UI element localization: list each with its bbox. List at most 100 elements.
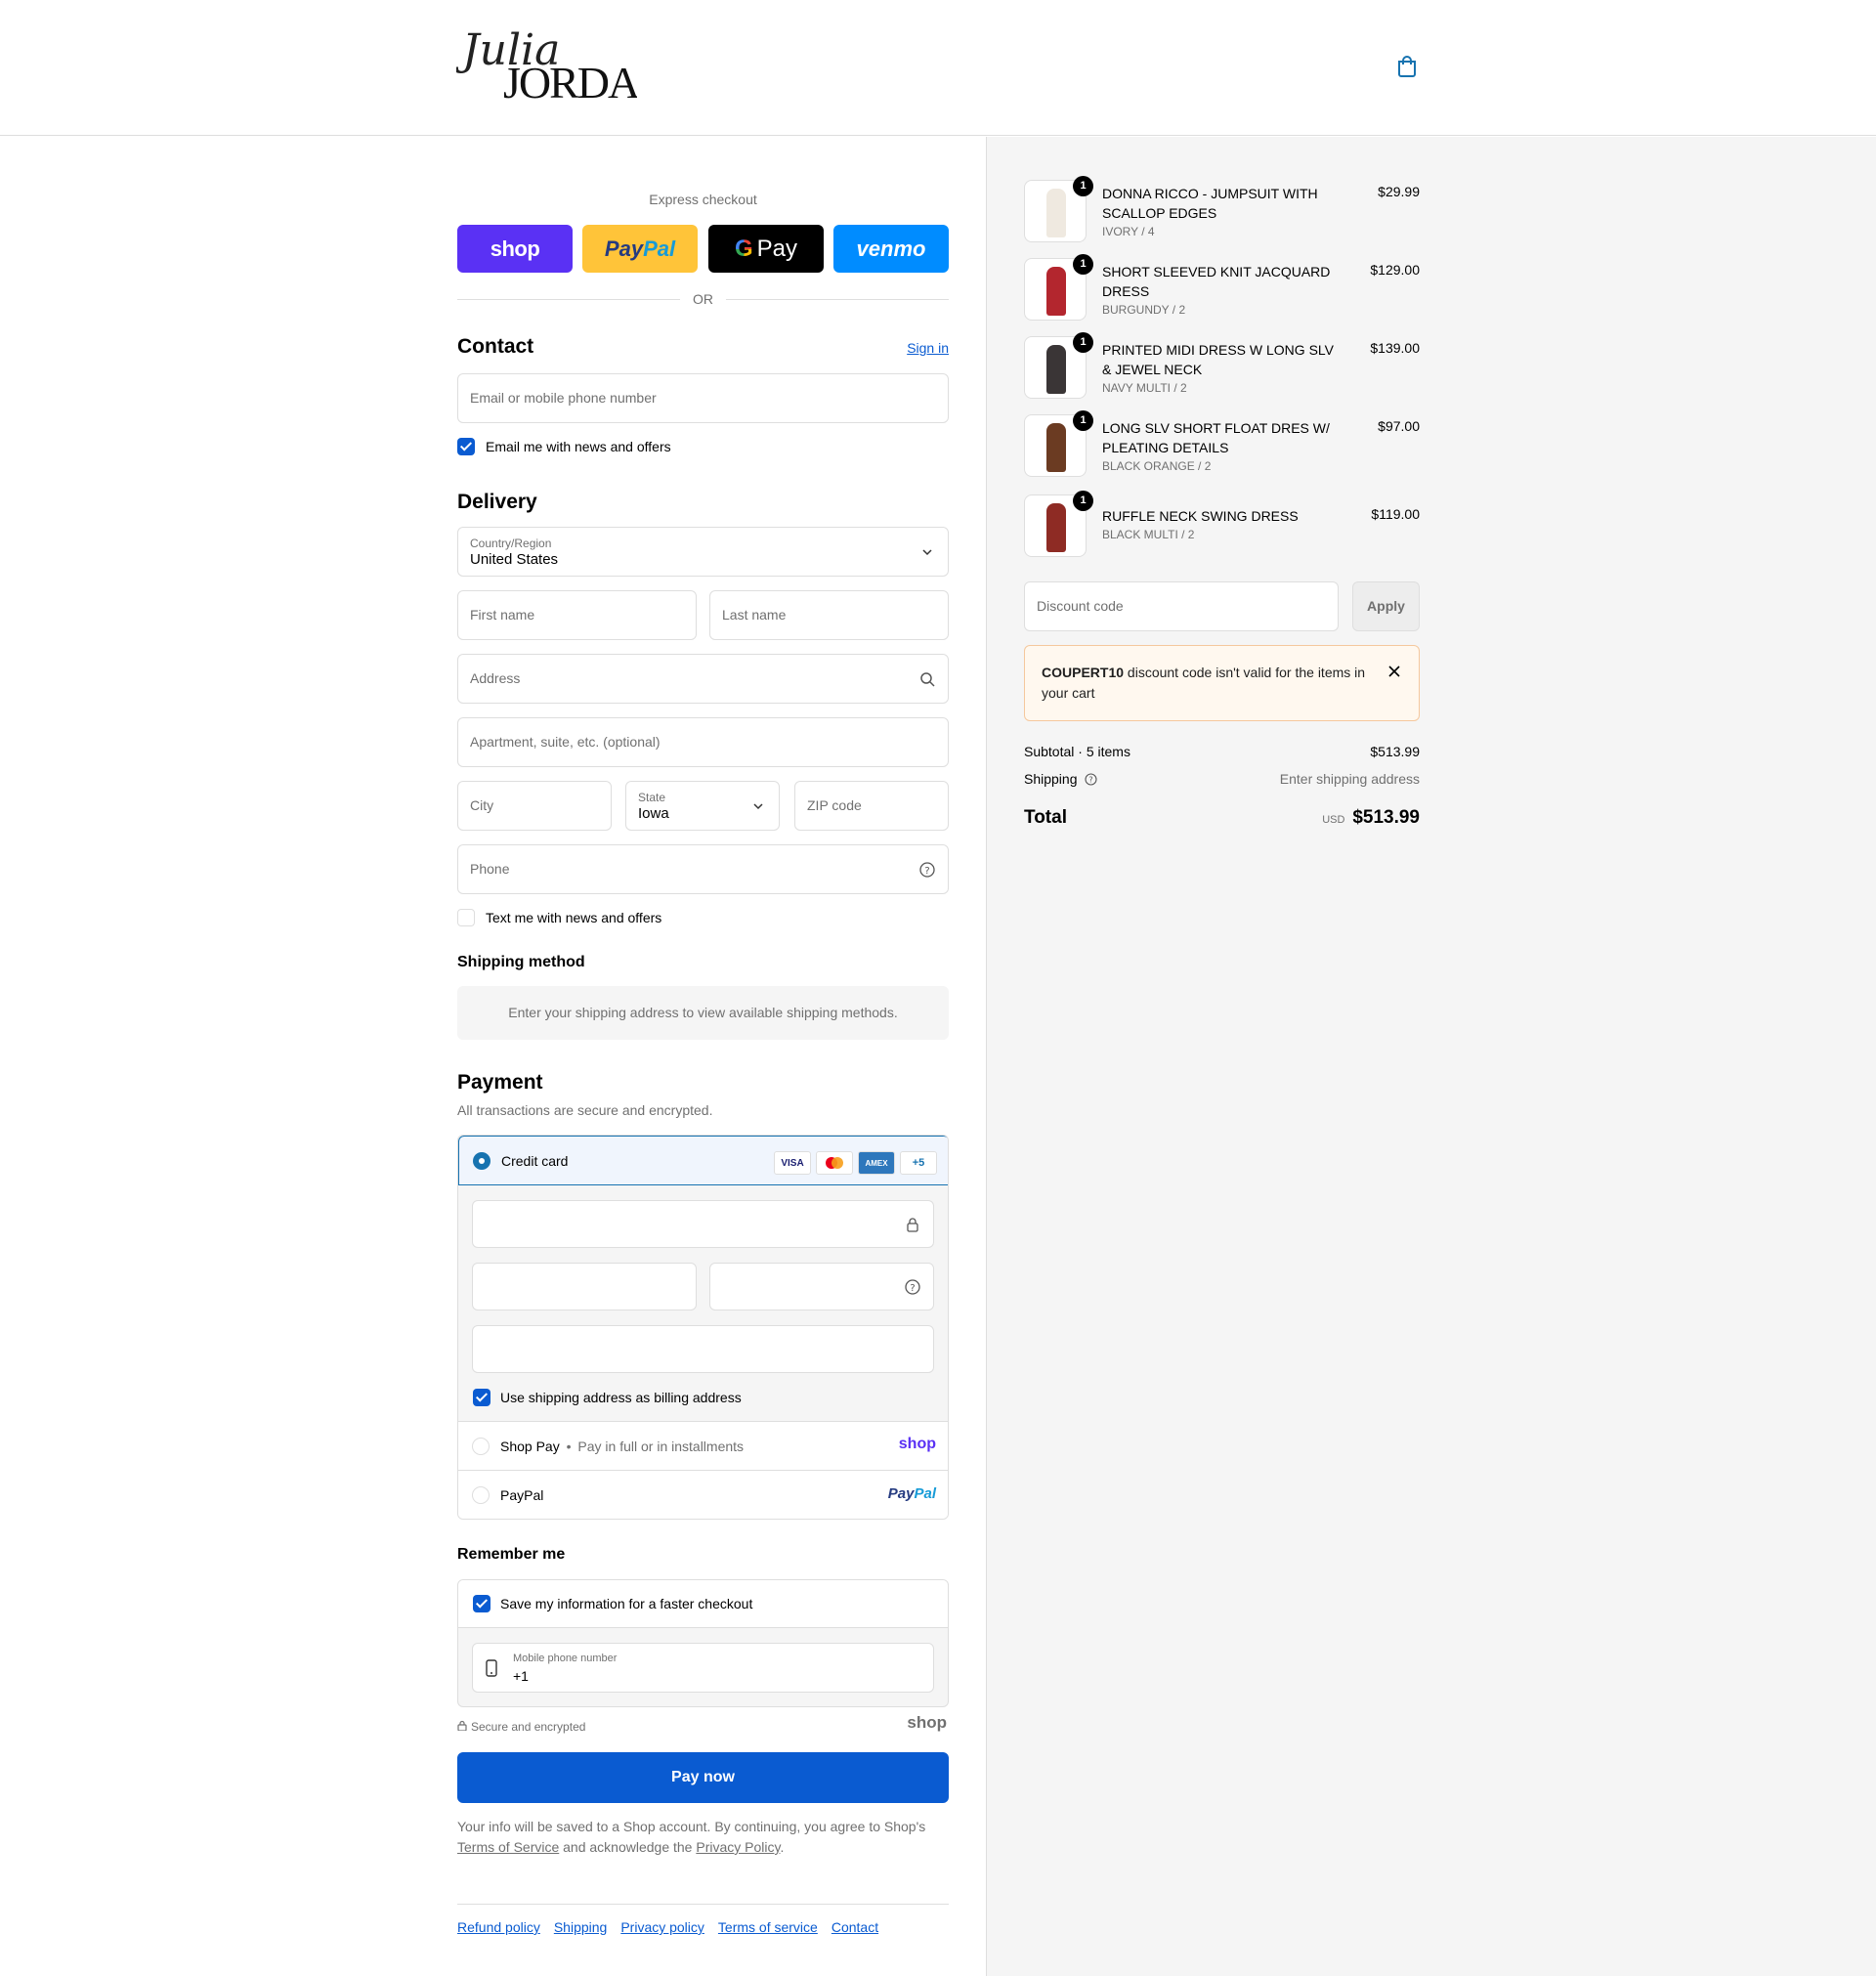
legal-text-part: Your info will be saved to a Shop accoun… xyxy=(457,1819,926,1834)
paypal-express-button[interactable]: Pay Pal xyxy=(582,225,698,273)
discount-error-text: COUPERT10 discount code isn't valid for … xyxy=(1042,663,1374,704)
product-variant: BURGUNDY / 2 xyxy=(1102,303,1186,317)
lock-icon xyxy=(457,1720,467,1734)
cart-item: 1 RUFFLE NECK SWING DRESS BLACK MULTI / … xyxy=(1024,491,1420,557)
svg-text:?: ? xyxy=(924,866,929,877)
shipping-method-heading: Shipping method xyxy=(457,954,585,970)
quantity-badge: 1 xyxy=(1073,491,1093,511)
quantity-badge: 1 xyxy=(1073,254,1093,275)
cart-item: 1 DONNA RICCO - JUMPSUIT WITH SCALLOP ED… xyxy=(1024,176,1420,242)
product-image xyxy=(1046,423,1066,472)
card-expiry-field[interactable] xyxy=(472,1263,697,1310)
refund-policy-link[interactable]: Refund policy xyxy=(457,1919,540,1935)
text-news-checkbox[interactable] xyxy=(457,909,475,926)
pay-now-button[interactable]: Pay now xyxy=(457,1752,949,1803)
shop-pay-label: Shop Pay xyxy=(500,1439,560,1454)
address-field[interactable]: Address xyxy=(457,654,949,704)
quantity-badge: 1 xyxy=(1073,410,1093,431)
card-name-field[interactable] xyxy=(472,1325,934,1373)
product-name: RUFFLE NECK SWING DRESS xyxy=(1102,508,1299,524)
cart-bag-icon[interactable] xyxy=(1396,55,1418,78)
total-row: Total USD $513.99 xyxy=(1024,807,1420,835)
brand-logo[interactable]: Julia JORDAN xyxy=(454,18,672,117)
billing-same-label: Use shipping address as billing address xyxy=(500,1390,742,1405)
privacy-policy-link[interactable]: Privacy Policy xyxy=(696,1839,780,1855)
billing-same-checkbox[interactable] xyxy=(473,1389,490,1406)
shop-pay-radio[interactable] xyxy=(472,1438,490,1455)
country-select[interactable]: Country/Region United States xyxy=(457,527,949,577)
help-circle-icon[interactable]: ? xyxy=(1085,773,1097,789)
shipping-value: Enter shipping address xyxy=(1279,771,1420,787)
card-number-field[interactable] xyxy=(472,1200,934,1248)
shop-pay-express-button[interactable]: shop xyxy=(457,225,573,273)
first-name-field[interactable]: First name xyxy=(457,590,697,640)
shop-pay-logo: shop xyxy=(898,1436,936,1452)
product-variant: NAVY MULTI / 2 xyxy=(1102,381,1187,395)
save-info-label: Save my information for a faster checkou… xyxy=(500,1596,753,1611)
terms-of-service-footer-link[interactable]: Terms of service xyxy=(718,1919,818,1935)
contact-link[interactable]: Contact xyxy=(831,1919,878,1935)
svg-text:JORDAN: JORDAN xyxy=(503,58,637,107)
remember-me-heading: Remember me xyxy=(457,1546,566,1563)
help-circle-icon[interactable]: ? xyxy=(918,861,936,879)
google-g-icon: G xyxy=(734,235,753,262)
footer-links: Refund policy Shipping Privacy policy Te… xyxy=(457,1919,878,1935)
card-security-code-field[interactable]: ? xyxy=(709,1263,934,1310)
shop-pay-option[interactable]: Shop Pay • Pay in full or in installment… xyxy=(458,1421,948,1470)
shipping-label: Shipping xyxy=(1024,771,1078,787)
credit-card-radio[interactable] xyxy=(473,1152,490,1170)
email-news-checkbox[interactable] xyxy=(457,438,475,455)
paypal-option[interactable]: PayPal PayPal xyxy=(458,1470,948,1519)
paypal-radio[interactable] xyxy=(472,1486,490,1504)
shipping-row: Shipping ? Enter shipping address xyxy=(1024,771,1420,789)
help-circle-icon[interactable]: ? xyxy=(904,1278,921,1296)
discount-placeholder: Discount code xyxy=(1037,598,1124,614)
city-field[interactable]: City xyxy=(457,781,612,831)
product-variant: BLACK MULTI / 2 xyxy=(1102,528,1195,541)
mobile-phone-value: +1 xyxy=(513,1668,529,1684)
mobile-phone-field[interactable]: Mobile phone number +1 xyxy=(472,1643,934,1693)
subtotal-value: $513.99 xyxy=(1370,744,1420,759)
mobile-phone-icon xyxy=(485,1659,498,1680)
save-info-checkbox[interactable] xyxy=(473,1595,490,1612)
or-label: OR xyxy=(693,291,713,307)
apply-discount-button[interactable]: Apply xyxy=(1352,581,1420,631)
credit-card-option[interactable]: Credit card VISA AMEX +5 xyxy=(458,1136,948,1185)
shipping-method-message: Enter your shipping address to view avai… xyxy=(457,986,949,1040)
secure-text: Secure and encrypted xyxy=(471,1720,586,1734)
address-placeholder: Address xyxy=(470,670,521,686)
cart-item: 1 SHORT SLEEVED KNIT JACQUARD DRESS BURG… xyxy=(1024,254,1420,321)
shop-logo: shop xyxy=(907,1713,947,1732)
email-field[interactable]: Email or mobile phone number xyxy=(457,373,949,423)
payment-heading: Payment xyxy=(457,1071,543,1094)
product-name: LONG SLV SHORT FLOAT DRES W/ PLEATING DE… xyxy=(1102,420,1330,455)
phone-field[interactable]: Phone ? xyxy=(457,844,949,894)
venmo-express-button[interactable]: venmo xyxy=(833,225,949,273)
state-select[interactable]: State Iowa xyxy=(625,781,780,831)
mobile-phone-label: Mobile phone number xyxy=(513,1653,618,1664)
shipping-link[interactable]: Shipping xyxy=(554,1919,608,1935)
legal-text-part: and acknowledge the xyxy=(563,1839,693,1855)
close-icon[interactable] xyxy=(1387,665,1401,678)
legal-text-part: . xyxy=(780,1839,785,1855)
chevron-down-icon xyxy=(749,797,767,815)
privacy-policy-footer-link[interactable]: Privacy policy xyxy=(620,1919,704,1935)
contact-heading: Contact xyxy=(457,335,534,358)
zip-field[interactable]: ZIP code xyxy=(794,781,949,831)
more-cards-badge[interactable]: +5 xyxy=(900,1151,937,1175)
product-image xyxy=(1046,345,1066,394)
lock-icon xyxy=(904,1216,921,1233)
remember-me-box: Save my information for a faster checkou… xyxy=(457,1579,949,1707)
discount-error-alert: COUPERT10 discount code isn't valid for … xyxy=(1024,645,1420,721)
terms-of-service-link[interactable]: Terms of Service xyxy=(457,1839,559,1855)
payment-methods: Credit card VISA AMEX +5 ? Use shipping … xyxy=(457,1135,949,1520)
sign-in-link[interactable]: Sign in xyxy=(907,340,949,356)
last-name-field[interactable]: Last name xyxy=(709,590,949,640)
chevron-down-icon xyxy=(918,543,936,561)
google-pay-express-button[interactable]: G Pay xyxy=(708,225,824,273)
save-info-row[interactable]: Save my information for a faster checkou… xyxy=(458,1580,948,1628)
discount-code-field[interactable]: Discount code xyxy=(1024,581,1339,631)
state-value: Iowa xyxy=(638,805,669,822)
apartment-field[interactable]: Apartment, suite, etc. (optional) xyxy=(457,717,949,767)
product-name: SHORT SLEEVED KNIT JACQUARD DRESS xyxy=(1102,264,1331,299)
